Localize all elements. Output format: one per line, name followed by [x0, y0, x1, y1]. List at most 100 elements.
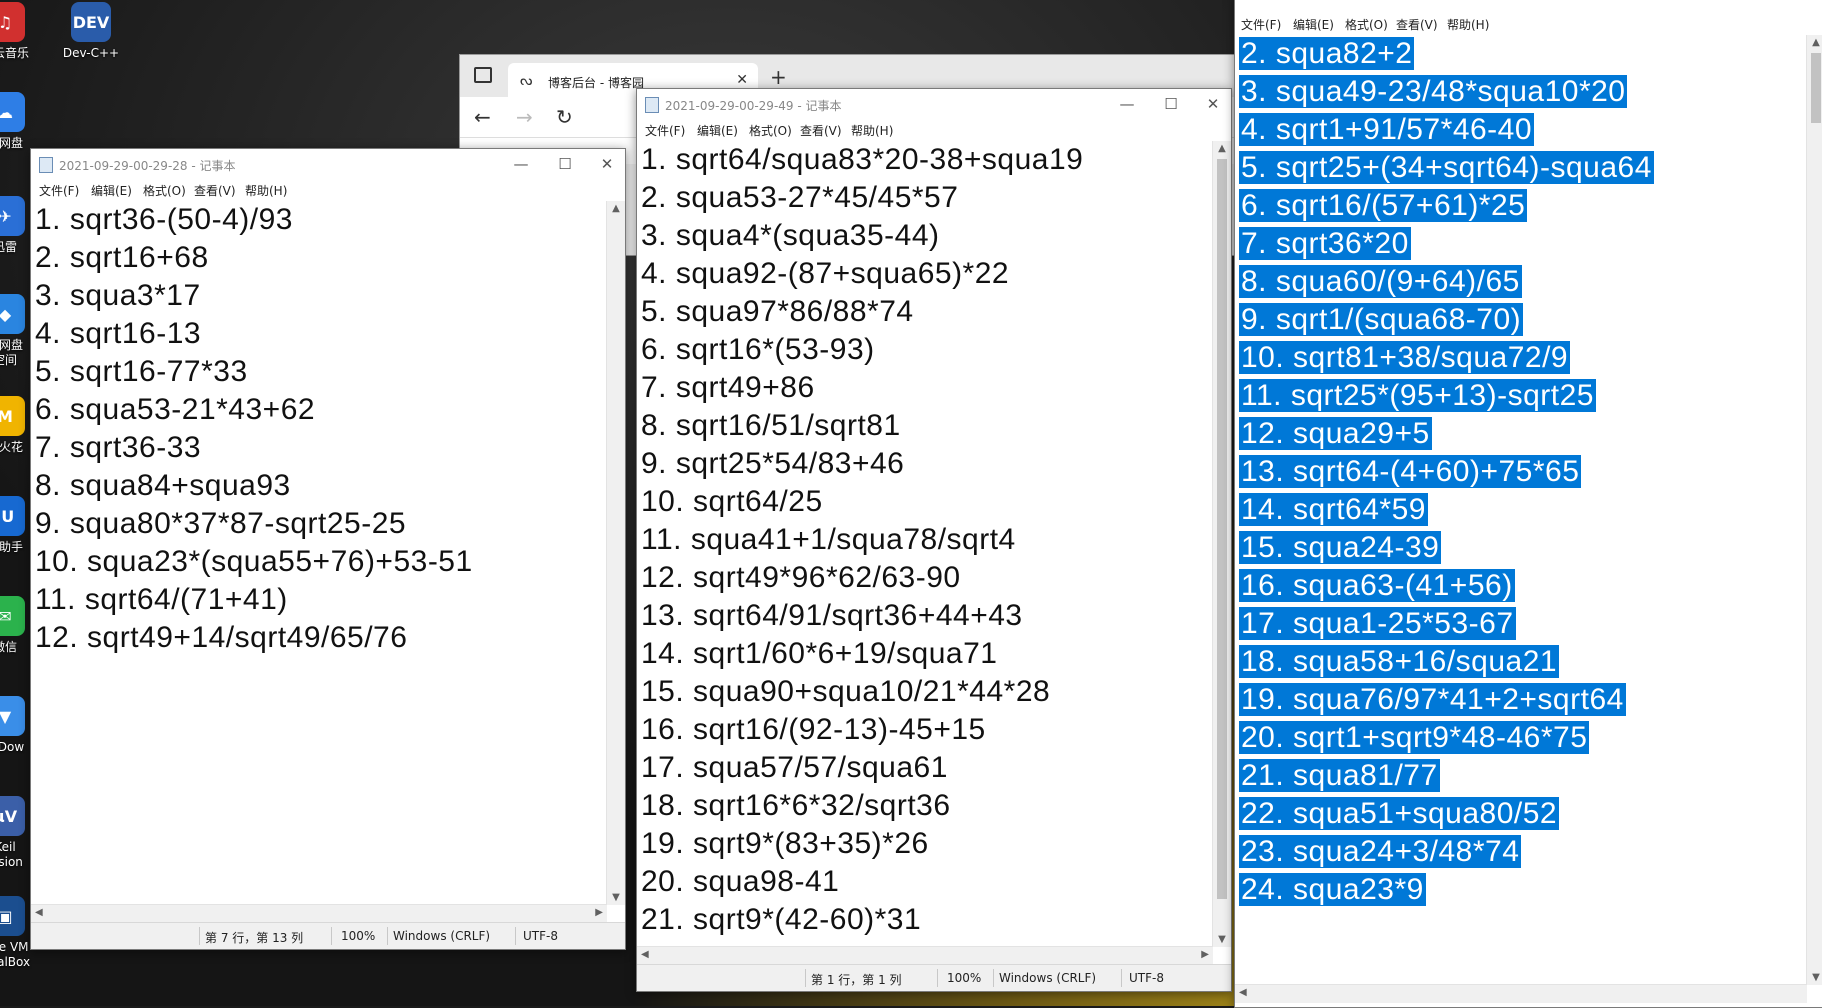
window-menu-icon[interactable]: [474, 67, 492, 83]
scroll-down-icon[interactable]: ▼: [607, 892, 625, 903]
text-line: 9. squa80*37*87-sqrt25-25: [35, 507, 407, 540]
text-area[interactable]: 2. squa82+2 3. squa49-23/48*squa10*20 4. s…: [1235, 35, 1807, 985]
text-line: 11. sqrt25*(95+13)-sqrt25: [1239, 379, 1596, 412]
app-icon: ✉: [0, 596, 25, 636]
maximize-button[interactable]: ☐: [547, 153, 583, 175]
menu-file[interactable]: 文件(F): [645, 122, 685, 139]
text-area[interactable]: 1. sqrt64/squa83*20-38+squa19 2. squa53-2…: [637, 141, 1213, 947]
app-icon: iU: [0, 496, 25, 536]
text-line: 5. squa97*86/88*74: [641, 295, 914, 328]
minimize-button[interactable]: —: [1109, 93, 1145, 115]
horizontal-scrollbar[interactable]: ◀ ▶: [31, 904, 607, 923]
horizontal-scrollbar[interactable]: ◀: [1235, 984, 1807, 1003]
line-ending: Windows (CRLF): [999, 971, 1097, 985]
text-line: 6. sqrt16/(57+61)*25: [1239, 189, 1528, 222]
text-line: 9. sqrt25*54/83+46: [641, 447, 905, 480]
app-icon: ◆: [0, 294, 25, 334]
notepad-icon: [645, 97, 659, 113]
cursor-position: 第 7 行，第 13 列: [205, 931, 304, 945]
notepad-window-middle: 2021-09-29-00-29-49 - 记事本 — ☐ ✕ 文件(F) 编辑…: [636, 88, 1232, 992]
text-line: 21. squa81/77: [1239, 759, 1440, 792]
menu-view[interactable]: 查看(V): [1396, 16, 1438, 33]
scroll-up-icon[interactable]: ▲: [1807, 37, 1822, 48]
app-icon: ☁: [0, 92, 25, 132]
menu-format[interactable]: 格式(O): [143, 182, 186, 199]
text-line: 23. squa24+3/48*74: [1239, 835, 1522, 868]
encoding: UTF-8: [1129, 971, 1164, 985]
text-line: 15. squa24-39: [1239, 531, 1442, 564]
vertical-scrollbar[interactable]: ▲ ▼: [1212, 141, 1231, 947]
scroll-left-icon[interactable]: ◀: [641, 949, 649, 960]
text-line: 7. sqrt36-33: [35, 431, 202, 464]
text-line: 5. sqrt25+(34+sqrt64)-squa64: [1239, 151, 1654, 184]
scroll-thumb[interactable]: [1811, 53, 1821, 123]
menu-format[interactable]: 格式(O): [1345, 16, 1388, 33]
menu-edit[interactable]: 编辑(E): [697, 122, 738, 139]
scroll-down-icon[interactable]: ▼: [1213, 934, 1231, 945]
desktop-icon[interactable]: DEV Dev-C++: [56, 2, 126, 61]
line-ending: Windows (CRLF): [393, 929, 491, 943]
text-line: 12. squa29+5: [1239, 417, 1432, 450]
menu-file[interactable]: 文件(F): [39, 182, 79, 199]
title-bar: 2021-09-29-00-29-28 - 记事本 — ☐ ✕: [31, 149, 625, 179]
vertical-scrollbar[interactable]: ▲ ▼: [1806, 35, 1822, 985]
text-line: 20. sqrt1+sqrt9*48-46*75: [1239, 721, 1590, 754]
new-tab-button[interactable]: +: [770, 65, 787, 89]
scroll-left-icon[interactable]: ◀: [35, 907, 43, 918]
menu-bar: 文件(F) 编辑(E) 格式(O) 查看(V) 帮助(H): [637, 119, 1231, 139]
text-line: 20. squa98-41: [641, 865, 840, 898]
desktop-icon-label: Dev-C++: [62, 46, 120, 60]
text-line: 8. squa84+squa93: [35, 469, 291, 502]
menu-help[interactable]: 帮助(H): [1447, 16, 1489, 33]
text-line: 14. sqrt1/60*6+19/squa71: [641, 637, 998, 670]
vertical-scrollbar[interactable]: ▲ ▼: [606, 201, 625, 905]
text-line: 3. squa49-23/48*squa10*20: [1239, 75, 1628, 108]
menu-view[interactable]: 查看(V): [194, 182, 236, 199]
text-area[interactable]: 1. sqrt36-(50-4)/93 2. sqrt16+68 3. squa3*…: [31, 201, 607, 905]
status-bar: 第 7 行，第 13 列 100% Windows (CRLF) UTF-8: [31, 922, 625, 949]
scroll-right-icon[interactable]: ▶: [595, 907, 603, 918]
close-button[interactable]: ✕: [589, 153, 625, 175]
text-line: 8. squa60/(9+64)/65: [1239, 265, 1522, 298]
scroll-up-icon[interactable]: ▲: [607, 203, 625, 214]
maximize-button[interactable]: ☐: [1153, 93, 1189, 115]
horizontal-scrollbar[interactable]: ◀ ▶: [637, 946, 1213, 965]
refresh-button[interactable]: ↻: [556, 105, 573, 129]
text-line: 11. squa41+1/squa78/sqrt4: [641, 523, 1016, 556]
scroll-right-icon[interactable]: ▶: [1201, 949, 1209, 960]
menu-edit[interactable]: 编辑(E): [91, 182, 132, 199]
menu-format[interactable]: 格式(O): [749, 122, 792, 139]
text-line: 11. sqrt64/(71+41): [35, 583, 288, 616]
text-line: 22. squa51+squa80/52: [1239, 797, 1560, 830]
text-line: 7. sqrt49+86: [641, 371, 815, 404]
desktop-icon[interactable]: ☁度网盘: [0, 92, 40, 151]
close-button[interactable]: ✕: [1195, 93, 1231, 115]
menu-help[interactable]: 帮助(H): [245, 182, 287, 199]
window-title: 2021-09-29-00-29-28 - 记事本: [59, 159, 236, 173]
menu-help[interactable]: 帮助(H): [851, 122, 893, 139]
scroll-thumb[interactable]: [1217, 159, 1227, 899]
text-line: 1. sqrt64/squa83*20-38+squa19: [641, 143, 1084, 176]
encoding: UTF-8: [523, 929, 558, 943]
zoom-level: 100%: [341, 929, 376, 943]
desktop-icon[interactable]: ♫ 易云音乐: [0, 2, 40, 61]
title-bar: 2021-09-29-00-29-49 - 记事本 — ☐ ✕: [637, 89, 1231, 119]
menu-file[interactable]: 文件(F): [1241, 16, 1281, 33]
scroll-down-icon[interactable]: ▼: [1807, 972, 1822, 983]
text-line: 18. squa58+16/squa21: [1239, 645, 1560, 678]
text-line: 17. squa1-25*53-67: [1239, 607, 1516, 640]
menu-edit[interactable]: 编辑(E): [1293, 16, 1334, 33]
minimize-button[interactable]: —: [503, 153, 539, 175]
scroll-left-icon[interactable]: ◀: [1239, 987, 1247, 998]
close-tab-icon[interactable]: ✕: [736, 72, 748, 88]
menu-bar: 文件(F) 编辑(E) 格式(O) 查看(V) 帮助(H): [31, 179, 625, 199]
text-line: 12. sqrt49*96*62/63-90: [641, 561, 961, 594]
forward-button[interactable]: →: [516, 105, 533, 129]
text-line: 7. sqrt36*20: [1239, 227, 1411, 260]
text-line: 21. sqrt9*(42-60)*31: [641, 903, 922, 936]
back-button[interactable]: ←: [474, 105, 491, 129]
app-icon: ▣: [0, 896, 25, 936]
app-icon: DEV: [71, 2, 111, 42]
menu-view[interactable]: 查看(V): [800, 122, 842, 139]
scroll-up-icon[interactable]: ▲: [1213, 143, 1231, 154]
